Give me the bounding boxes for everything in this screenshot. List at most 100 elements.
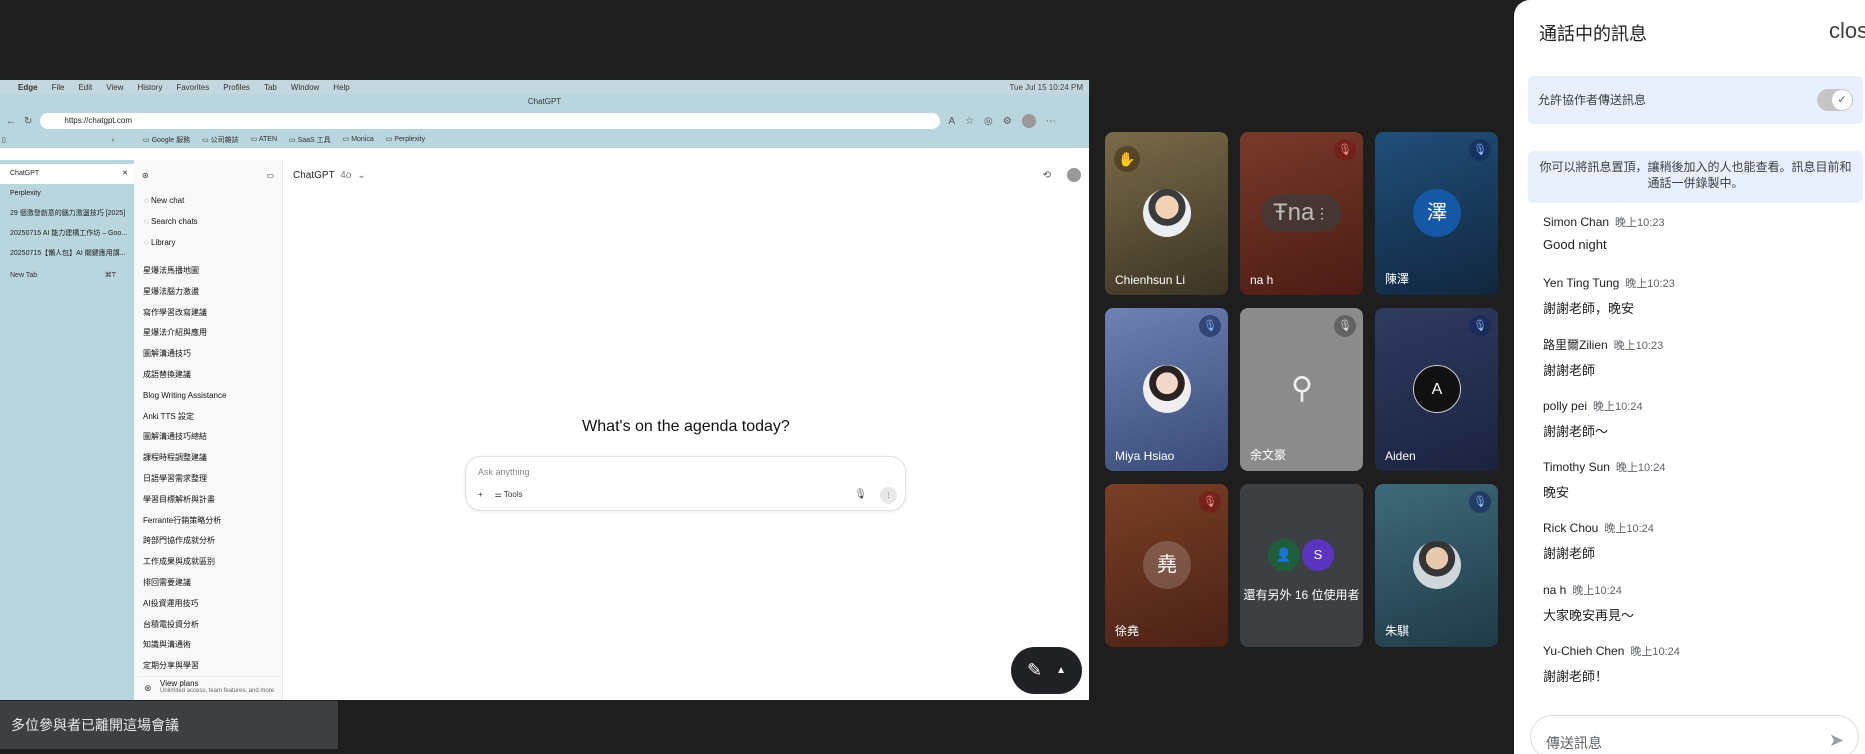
tab-workshop[interactable]: 20250715 AI 能力建構工作坊 – Goo... (0, 224, 134, 244)
back-icon[interactable]: ← (6, 116, 16, 127)
menu-tab[interactable]: Tab (264, 83, 277, 92)
chat-item[interactable]: 課程時程調整建議 (134, 448, 282, 469)
panel-title: 通話中的訊息 (1539, 24, 1647, 44)
menu-favorites[interactable]: Favorites (176, 83, 209, 92)
other-participants-tile[interactable]: 👤 S 還有另外 16 位使用者 (1240, 484, 1363, 647)
bookmark-perplexity[interactable]: Perplexity (386, 135, 425, 145)
header-actions: ⟲ (1043, 168, 1081, 182)
tools-button[interactable]: ⚌ Tools (495, 490, 523, 499)
chat-item[interactable]: Anki TTS 設定 (134, 407, 282, 428)
temporary-chat-icon[interactable]: ⟲ (1043, 170, 1051, 181)
close-sidebar-icon[interactable]: ▭ (266, 171, 274, 180)
openai-logo-icon[interactable]: ⊛ (142, 171, 149, 180)
sidebar-toggle-icon[interactable]: ▯ (2, 136, 6, 144)
chat-item[interactable]: 跨部門協作成就分析 (134, 531, 282, 552)
chat-item[interactable]: 圖解溝通技巧總結 (134, 427, 282, 448)
chat-item[interactable]: Blog Writing Assistance (134, 386, 282, 407)
chatgpt-sidebar: ⊛ ▭ New chat Search chats Library 星爆法馬播地… (134, 160, 283, 700)
plus-icon[interactable]: + (478, 490, 483, 499)
chat-item[interactable]: 學習目標解析與計畫 (134, 490, 282, 511)
chat-item[interactable]: Ferrante行銷策略分析 (134, 511, 282, 532)
chat-item[interactable]: 排回需要建議 (134, 573, 282, 594)
chat-item[interactable]: 日語學習需求整理 (134, 469, 282, 490)
participant-tile[interactable]: 🎙 A Aiden (1375, 308, 1498, 471)
message-time: 晚上10:24 (1615, 462, 1666, 475)
participant-tile[interactable]: 🎙 Ŧna ⋮ na h (1240, 132, 1363, 295)
chat-item[interactable]: 圖解溝通技巧 (134, 344, 282, 365)
more-icon[interactable]: ⋯ (1046, 116, 1056, 127)
allow-messages-toggle[interactable]: ✓ (1817, 89, 1853, 111)
participant-tile[interactable]: 🎙 朱騏 (1375, 484, 1498, 647)
prompt-box[interactable]: Ask anything + ⚌ Tools 🎙 ⫶ (465, 456, 906, 511)
mic-off-icon: 🎙 (1334, 139, 1356, 161)
new-tab-button[interactable]: New Tab ⌘T (0, 266, 134, 286)
participant-tile[interactable]: 🎙 Miya Hsiao (1105, 308, 1228, 471)
tab-brainstorm[interactable]: 29 個激發創意的腦力激盪技巧 [2025] (0, 204, 134, 224)
annotate-button[interactable]: ✎ ▲ (1011, 647, 1082, 694)
model-selector[interactable]: ChatGPT 4o ⌄ (293, 170, 366, 181)
menu-edge[interactable]: Edge (18, 83, 38, 92)
chat-item[interactable]: 星爆法介紹與應用 (134, 323, 282, 344)
read-aloud-icon[interactable]: A (948, 116, 955, 127)
close-button[interactable]: clos (1829, 18, 1865, 44)
chat-item[interactable]: 星爆法腦力激盪 (134, 282, 282, 303)
tab-chatgpt[interactable]: ChatGPT ✕ (0, 164, 134, 184)
participant-tile[interactable]: 🎙 澤 陳澤 (1375, 132, 1498, 295)
participant-tile[interactable]: 🎙 堯 徐堯 (1105, 484, 1228, 647)
chat-item[interactable]: 定期分享與學習 (134, 656, 282, 677)
extensions-puzzle-icon[interactable]: ⚙ (1003, 116, 1012, 127)
tab-ai-guide[interactable]: 20250715【懶人包】AI 關鍵應用講... (0, 244, 134, 264)
camera-off-icon: ⚲ (1291, 372, 1313, 405)
bookmark-company[interactable]: 公司雜誌 (202, 135, 239, 145)
microphone-icon[interactable]: 🎙 (854, 489, 867, 500)
chat-item[interactable]: 星爆法馬播地圖 (134, 261, 282, 282)
participant-tile[interactable]: ✋ Chienhsun Li (1105, 132, 1228, 295)
bookmark-saas[interactable]: SaaS 工具 (289, 135, 331, 145)
chat-item[interactable]: 工作成果與成就區別 (134, 552, 282, 573)
address-bar[interactable]: https://chatgpt.com (40, 113, 941, 129)
menu-view[interactable]: View (106, 83, 123, 92)
menu-profiles[interactable]: Profiles (223, 83, 250, 92)
chat-item[interactable]: 台積電投資分析 (134, 615, 282, 636)
chat-item[interactable]: AI投資運用技巧 (134, 594, 282, 615)
refresh-icon[interactable]: ↻ (24, 116, 32, 127)
chatgpt-header: ChatGPT 4o ⌄ ⟲ (283, 160, 1089, 190)
new-chat-button[interactable]: New chat (134, 190, 282, 211)
close-tab-icon[interactable]: ✕ (122, 164, 128, 184)
bookmark-google[interactable]: Google 服務 (143, 135, 191, 145)
chat-item[interactable]: 知識與溝通術 (134, 635, 282, 656)
view-plans-label: View plans (160, 679, 199, 688)
extension-icon[interactable]: ◎ (984, 116, 993, 127)
menu-window[interactable]: Window (291, 83, 319, 92)
library-button[interactable]: Library (134, 232, 282, 253)
participant-tile[interactable]: 🎙 ⚲ 余文豪 (1240, 308, 1363, 471)
collapse-tabs-icon[interactable]: ‹ (112, 137, 114, 144)
menu-file[interactable]: File (52, 83, 65, 92)
bookmark-monica[interactable]: Monica (343, 135, 374, 145)
user-avatar[interactable] (1067, 168, 1081, 182)
prompt-input[interactable]: Ask anything (478, 467, 530, 477)
profile-avatar[interactable] (1021, 114, 1036, 128)
menu-edit[interactable]: Edit (78, 83, 92, 92)
message-time: 晚上10:24 (1604, 523, 1654, 536)
tab-perplexity[interactable]: Perplexity (0, 184, 134, 204)
mic-off-icon: 🎙 (1334, 315, 1356, 337)
view-plans-button[interactable]: View plans Unlimited access, team featur… (134, 676, 282, 700)
view-plans-subtitle: Unlimited access, team features, and mor… (160, 688, 275, 694)
sender-name: Rick Chou (1543, 521, 1599, 536)
favorite-star-icon[interactable]: ☆ (965, 116, 974, 127)
menu-history[interactable]: History (137, 83, 162, 92)
prompt-tools: + ⚌ Tools (478, 490, 523, 499)
avatar: A (1413, 365, 1461, 413)
menu-help[interactable]: Help (333, 83, 349, 92)
video-options-pill[interactable]: Ŧna ⋮ (1261, 194, 1341, 232)
caret-up-icon[interactable]: ▲ (1056, 665, 1066, 676)
bookmark-aten[interactable]: ATEN (251, 135, 277, 145)
search-chats-button[interactable]: Search chats (134, 211, 282, 232)
chat-item[interactable]: 成語替換建議 (134, 365, 282, 386)
message-input[interactable]: 傳送訊息 ➤ (1530, 715, 1859, 754)
voice-mode-icon[interactable]: ⫶ (880, 487, 897, 504)
more-options-icon[interactable]: ⋮ (1315, 194, 1329, 232)
send-icon[interactable]: ➤ (1829, 730, 1844, 751)
chat-item[interactable]: 寫作學習改寫建議 (134, 303, 282, 324)
